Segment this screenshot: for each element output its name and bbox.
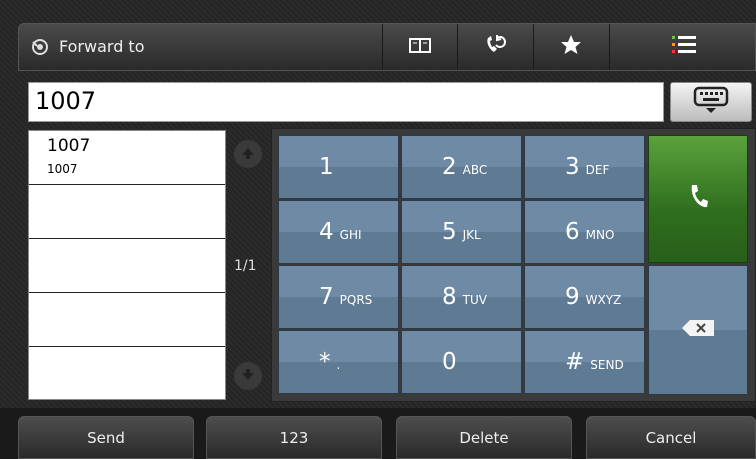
scroll-down-button[interactable] (234, 362, 262, 390)
key-8[interactable]: 8 TUV (401, 265, 522, 329)
key-6[interactable]: 6 MNO (524, 200, 645, 264)
key-digit: 3 (565, 154, 580, 180)
key-digit: 2 (442, 154, 457, 180)
call-history-icon (483, 34, 507, 60)
key-digit: 0 (442, 349, 457, 375)
key-digit: 7 (319, 284, 334, 310)
key-hash[interactable]: # SEND (524, 330, 645, 394)
send-button[interactable]: Send (18, 416, 194, 459)
list-item[interactable] (29, 347, 225, 401)
key-digit: 1 (319, 154, 334, 180)
key-letters: SEND (590, 358, 624, 372)
key-2[interactable]: 2 ABC (401, 135, 522, 199)
cancel-button[interactable]: Cancel (586, 416, 756, 459)
key-digit: # (565, 349, 585, 375)
key-digit: 6 (565, 219, 580, 245)
keyboard-icon (691, 86, 731, 118)
key-letters: MNO (585, 228, 615, 242)
key-0[interactable]: 0 (401, 330, 522, 394)
list-item[interactable] (29, 185, 225, 239)
key-7[interactable]: 7 PQRS (278, 265, 399, 329)
page-title: Forward to (59, 37, 145, 56)
key-letters: . (336, 358, 341, 372)
list-item[interactable] (29, 293, 225, 347)
key-letters: WXYZ (585, 293, 622, 307)
screen: Forward to 1007 1007 1007 1/1 1 2 ABC 3 … (0, 0, 756, 459)
number-input[interactable]: 1007 (28, 82, 664, 122)
directory-button[interactable] (382, 24, 456, 70)
key-letters: GHI (339, 228, 362, 242)
key-digit: 5 (442, 219, 457, 245)
result-list: 1007 1007 (28, 130, 226, 400)
key-letters: DEF (585, 163, 610, 177)
directory-icon (408, 36, 432, 58)
page-indicator: 1/1 (234, 258, 257, 274)
call-button[interactable] (648, 135, 748, 263)
phone-icon (687, 182, 709, 216)
input-mode-button[interactable]: 123 (206, 416, 382, 459)
key-digit: * (319, 349, 331, 375)
arrow-up-icon (241, 145, 255, 164)
key-star[interactable]: *. (278, 330, 399, 394)
key-digit: 8 (442, 284, 457, 310)
arrow-down-icon (241, 367, 255, 386)
key-4[interactable]: 4 GHI (278, 200, 399, 264)
list-item[interactable]: 1007 1007 (29, 131, 225, 185)
forward-icon (31, 38, 49, 56)
key-letters: PQRS (339, 293, 373, 307)
list-item-number: 1007 (47, 162, 78, 176)
dial-keypad: 1 2 ABC 3 DEF 4 GHI 5 JKL 6 MNO 7 PQRS 8 TUV 9W… (271, 128, 756, 402)
keyboard-button[interactable] (670, 82, 752, 122)
delete-button[interactable]: Delete (396, 416, 572, 459)
menu-button[interactable] (609, 24, 756, 70)
key-letters: TUV (462, 293, 487, 307)
key-digit: 4 (319, 219, 334, 245)
key-digit: 9 (565, 284, 580, 310)
key-letters: JKL (462, 228, 481, 242)
backspace-button[interactable] (648, 265, 748, 395)
key-9[interactable]: 9 WXYZ (524, 265, 645, 329)
favorites-button[interactable] (533, 24, 607, 70)
menu-icon (671, 35, 696, 59)
scroll-up-button[interactable] (234, 140, 262, 168)
title-bar: Forward to (18, 23, 756, 71)
key-1[interactable]: 1 (278, 135, 399, 199)
call-history-button[interactable] (457, 24, 531, 70)
softkey-bar: Send 123 Delete Cancel (0, 408, 756, 459)
key-3[interactable]: 3 DEF (524, 135, 645, 199)
list-item-name: 1007 (47, 136, 91, 156)
backspace-icon (681, 319, 715, 341)
key-letters: ABC (462, 163, 488, 177)
list-item[interactable] (29, 239, 225, 293)
favorites-icon (559, 33, 583, 61)
key-5[interactable]: 5 JKL (401, 200, 522, 264)
